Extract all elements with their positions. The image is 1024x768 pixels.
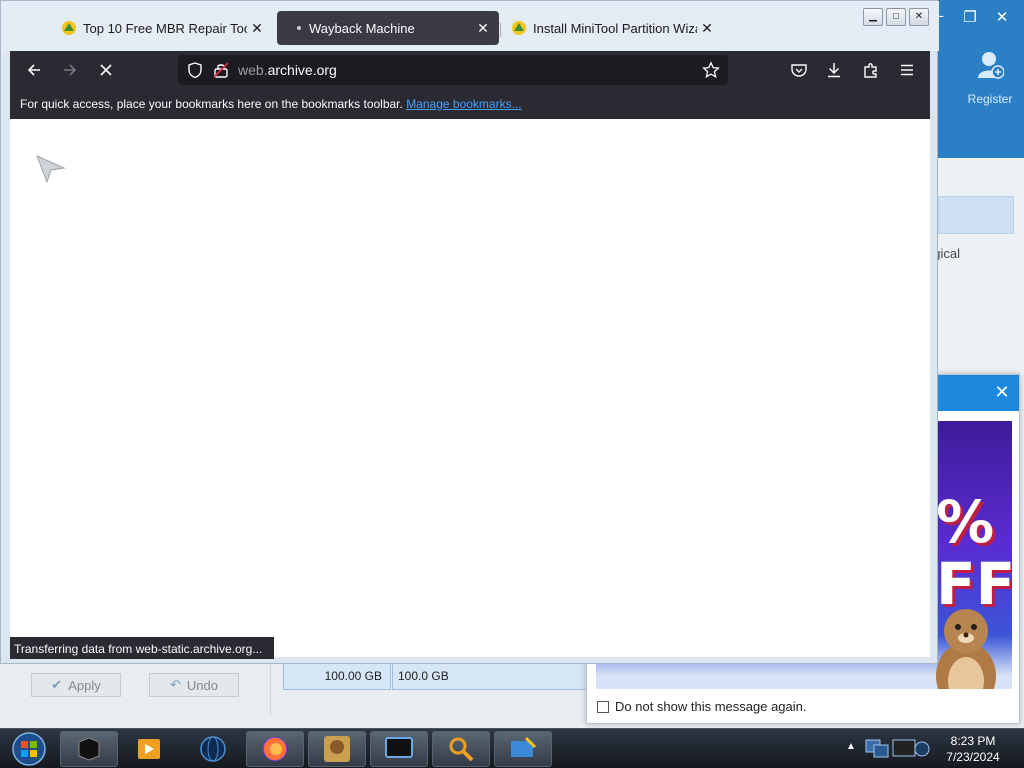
menu-icon <box>901 64 913 76</box>
url-domain: archive.org <box>267 62 337 78</box>
monitor-icon <box>385 737 413 758</box>
minitool-partition-icon <box>511 736 537 757</box>
back-button[interactable] <box>20 57 48 83</box>
firefox-icon <box>263 737 287 761</box>
user-add-icon <box>978 52 1004 79</box>
undo-icon: ↶ <box>170 677 181 692</box>
navigation-toolbar: web.archive.org <box>10 51 930 89</box>
loading-dot-icon <box>297 26 301 30</box>
extensions-icon <box>864 63 877 78</box>
register-label: Register <box>967 92 1013 106</box>
start-button[interactable] <box>4 731 54 767</box>
tab-mbr-repair-tools[interactable]: Top 10 Free MBR Repair Tools fo ✕ <box>51 11 273 45</box>
partition-size: 100.0 GB <box>398 669 449 683</box>
dont-show-checkbox[interactable] <box>597 700 609 713</box>
clock-date: 7/23/2024 <box>946 750 1000 764</box>
back-icon <box>27 64 40 76</box>
partition-size-cell[interactable]: 100.0 GB <box>392 662 592 690</box>
taskbar-box-app[interactable] <box>308 731 366 767</box>
dont-show-again-option[interactable]: Do not show this message again. <box>597 699 807 714</box>
minitool-favicon-icon <box>512 21 526 35</box>
divider <box>270 660 271 716</box>
tab-label: Wayback Machine <box>309 20 415 36</box>
tab-wayback-machine[interactable]: Wayback Machine ✕ <box>277 11 499 45</box>
url-text[interactable]: web.archive.org <box>238 62 337 78</box>
taskbar-app-window[interactable] <box>60 731 118 767</box>
display-icon[interactable] <box>892 737 930 761</box>
taskbar-monitor-app[interactable] <box>370 731 428 767</box>
forward-button[interactable] <box>56 57 84 83</box>
close-icon[interactable]: ✕ <box>994 8 1010 26</box>
minimize-icon[interactable]: ▁ <box>863 8 883 26</box>
taskbar: ▲ 8:23 PM 7/23/2024 <box>0 728 1024 768</box>
promo-banner-text: % FF <box>936 488 1012 618</box>
lock-icon[interactable] <box>212 61 230 79</box>
pocket-icon <box>791 64 807 77</box>
undo-button[interactable]: ↶ Undo <box>149 673 239 697</box>
stop-button[interactable] <box>92 57 120 83</box>
register-button[interactable]: Register <box>962 50 1018 106</box>
tab-close-icon[interactable]: ✕ <box>473 20 493 37</box>
close-icon[interactable]: ✕ <box>991 381 1013 403</box>
tab-close-icon[interactable]: ✕ <box>247 20 267 37</box>
forward-icon <box>64 64 77 76</box>
status-bar: Transferring data from web-static.archiv… <box>10 637 275 659</box>
media-player-icon <box>138 739 160 759</box>
taskbar-search-app[interactable] <box>432 731 490 767</box>
partition-selection-bar[interactable] <box>938 196 1014 234</box>
stop-icon <box>100 64 112 76</box>
downloads-button[interactable] <box>820 57 848 83</box>
bookmarks-hint: For quick access, place your bookmarks h… <box>20 97 403 111</box>
apply-button[interactable]: ✔ Apply <box>31 673 121 697</box>
loading-pointer-icon <box>36 155 66 183</box>
disk-size: 100.00 GB <box>324 669 382 683</box>
bookmarks-toolbar: For quick access, place your bookmarks h… <box>10 89 930 119</box>
clock-time: 8:23 PM <box>950 734 996 748</box>
maximize-icon[interactable]: □ <box>886 8 906 26</box>
tab-close-icon[interactable]: ✕ <box>697 20 717 37</box>
dont-show-label: Do not show this message again. <box>615 699 807 714</box>
menu-button[interactable] <box>893 57 921 83</box>
tab-label: Top 10 Free MBR Repair Tools fo <box>83 20 247 36</box>
star-icon[interactable] <box>702 61 720 79</box>
download-icon <box>828 63 840 78</box>
magnifier-icon <box>449 737 474 762</box>
disk-size-cell[interactable]: 100.00 GB <box>283 662 391 690</box>
clock[interactable]: 8:23 PM 7/23/2024 <box>930 733 1016 765</box>
firefox-window: Top 10 Free MBR Repair Tools fo ✕ Waybac… <box>0 0 939 664</box>
pocket-button[interactable] <box>785 57 813 83</box>
mascot-icon <box>936 609 996 689</box>
tab-label: Install MiniTool Partition Wizard <box>533 20 697 36</box>
url-bar[interactable]: web.archive.org <box>178 55 728 85</box>
network-icon[interactable] <box>864 737 890 761</box>
globe-icon <box>200 736 226 762</box>
tab-install-minitool[interactable]: Install MiniTool Partition Wizard ✕ <box>501 11 723 45</box>
shield-icon[interactable] <box>186 61 204 79</box>
undo-label: Undo <box>186 677 218 693</box>
hamster-box-icon <box>324 736 350 762</box>
page-content[interactable]: Transferring data from web-static.archiv… <box>10 119 930 659</box>
taskbar-minitool-app[interactable] <box>494 731 552 767</box>
black-box-icon <box>78 737 100 761</box>
taskbar-media-player[interactable] <box>120 731 178 767</box>
apply-label: Apply <box>68 677 101 693</box>
extensions-button[interactable] <box>857 57 885 83</box>
close-icon[interactable]: ✕ <box>909 8 929 26</box>
tab-strip: Top 10 Free MBR Repair Tools fo ✕ Waybac… <box>1 1 939 51</box>
manage-bookmarks-link[interactable]: Manage bookmarks... <box>406 97 521 111</box>
taskbar-firefox[interactable] <box>246 731 304 767</box>
taskbar-globe-app[interactable] <box>184 731 242 767</box>
restore-icon[interactable]: ❐ <box>962 8 978 26</box>
minitool-window-controls: ─ ❐ ✕ <box>930 8 1010 26</box>
minitool-favicon-icon <box>62 21 76 35</box>
tray-expand-icon[interactable]: ▲ <box>846 741 856 752</box>
url-prefix: web. <box>238 62 268 78</box>
check-icon: ✔ <box>51 677 63 692</box>
